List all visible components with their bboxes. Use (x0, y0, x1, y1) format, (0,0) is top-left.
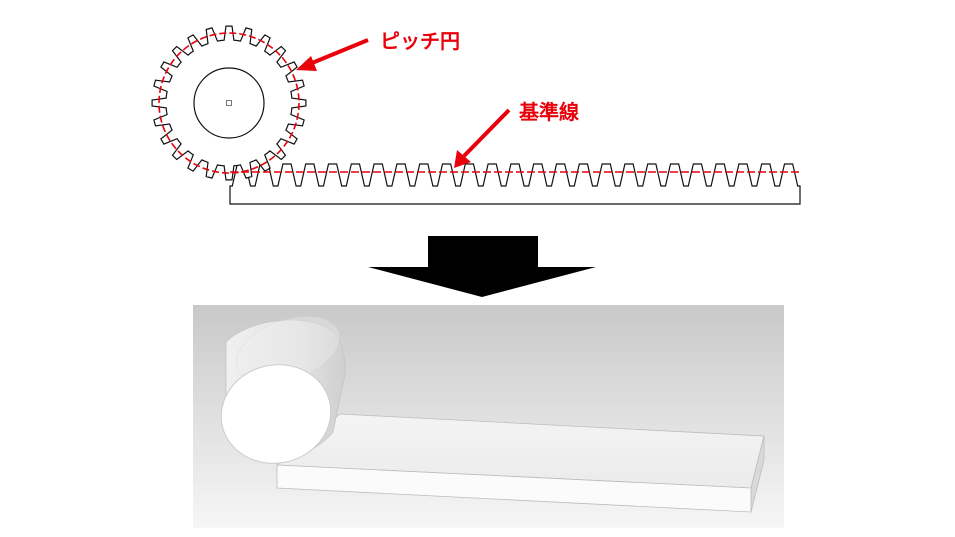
reference-line-callout: 基準線 (454, 100, 579, 168)
render-panel (193, 305, 784, 528)
pitch-circle-callout: ピッチ円 (296, 29, 460, 71)
pitch-circle-arrowhead (296, 56, 317, 71)
gear-rack-drawing (151, 25, 801, 205)
pitch-circle-arrow-shaft (311, 38, 369, 65)
reference-line-label: 基準線 (519, 100, 579, 124)
gear-outline (151, 25, 307, 181)
down-arrow (368, 236, 596, 297)
pitch-circle-label: ピッチ円 (380, 29, 460, 53)
reference-line-arrow-shaft (462, 108, 511, 158)
diagram-canvas: ピッチ円 基準線 (151, 25, 801, 528)
rack-body (229, 163, 801, 205)
